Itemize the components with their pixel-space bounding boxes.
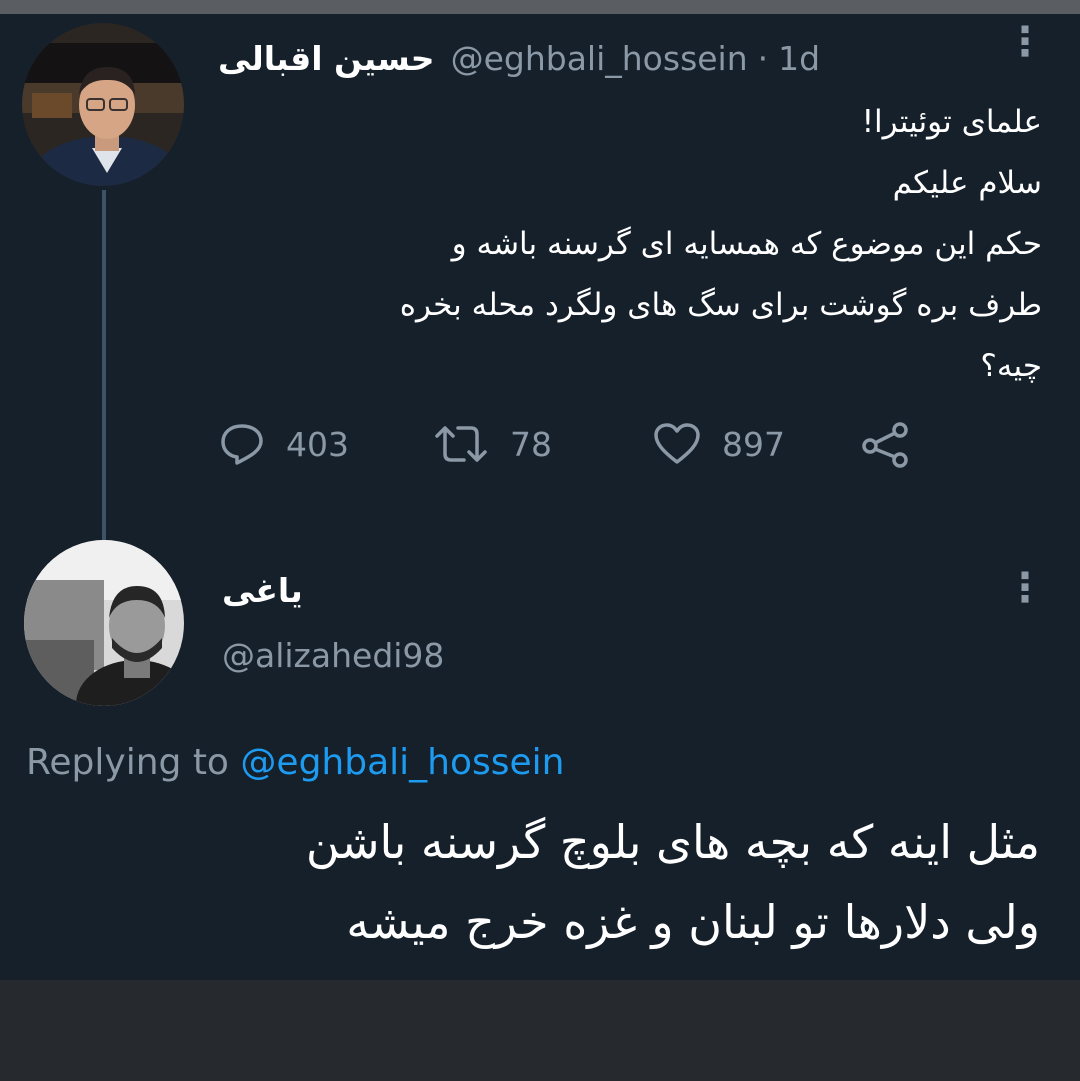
reply-count: 403: [286, 424, 349, 464]
retweet-button[interactable]: 78: [432, 416, 552, 472]
thread-line: [102, 190, 106, 540]
separator: ·: [757, 38, 769, 78]
tweet-line: چیه؟: [980, 348, 1042, 384]
more-options-icon[interactable]: ⋮: [1005, 22, 1045, 62]
share-icon: [862, 422, 908, 468]
avatar[interactable]: [24, 540, 184, 706]
tweet-line: حکم این موضوع که همسایه ای گرسنه باشه و: [451, 226, 1042, 262]
tweet-actions: 403 78 897: [218, 416, 938, 472]
retweet-count: 78: [510, 424, 552, 464]
retweet-icon: [435, 426, 487, 462]
share-button[interactable]: [860, 416, 934, 472]
bottom-area: [0, 980, 1080, 1081]
like-button[interactable]: 897: [652, 416, 785, 472]
replying-handle-link[interactable]: @eghbali_hossein: [240, 742, 564, 783]
tweet-line: سلام علیکم: [892, 165, 1042, 201]
top-strip: [0, 0, 1080, 14]
reply-button[interactable]: 403: [218, 416, 349, 472]
tweet-line: طرف بره گوشت برای سگ های ولگرد محله بخره: [399, 287, 1042, 323]
handle[interactable]: @eghbali_hossein: [451, 39, 748, 78]
reply-line: مثل اینه که بچه های بلوچ گرسنه باشن: [305, 815, 1040, 869]
heart-icon: [654, 423, 700, 464]
reply-line: ولی دلارها تو لبنان و غزه خرج میشه: [346, 895, 1040, 949]
more-options-icon[interactable]: ⋮: [1005, 568, 1045, 608]
tweet-header: حسین اقبالی @eghbali_hossein · 1d: [218, 32, 978, 84]
tweet-line: علمای توئیترا!: [861, 104, 1042, 140]
tweet-text: علمای توئیترا! سلام علیکم حکم این موضوع …: [222, 92, 1042, 397]
avatar[interactable]: [22, 23, 184, 186]
replying-label: Replying to: [26, 742, 229, 783]
reply-text: مثل اینه که بچه های بلوچ گرسنه باشن ولی …: [40, 802, 1040, 962]
replying-to: Replying to @eghbali_hossein: [26, 742, 564, 783]
reply-icon: [221, 424, 263, 465]
display-name[interactable]: حسین اقبالی: [218, 39, 435, 78]
like-count: 897: [722, 424, 785, 464]
handle[interactable]: @alizahedi98: [222, 636, 444, 675]
timestamp[interactable]: 1d: [778, 39, 820, 78]
display-name[interactable]: یاغی: [222, 571, 303, 610]
